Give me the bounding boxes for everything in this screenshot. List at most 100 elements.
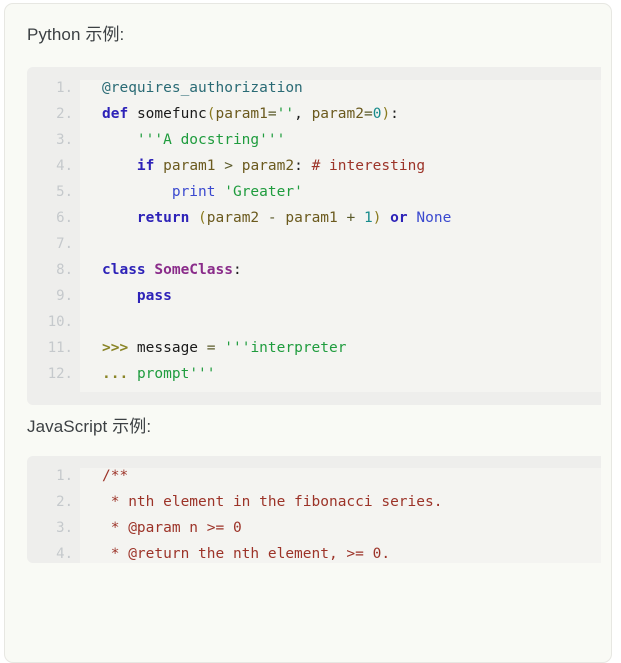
javascript-code-rows: 1. /** 2. * nth element in the fibonacci… <box>27 468 601 563</box>
token-builtin: None <box>416 210 452 226</box>
line-number: 11. <box>47 340 73 356</box>
code-line-content[interactable]: if param1 > param2: # interesting <box>80 158 601 174</box>
code-line-content[interactable]: '''A docstring''' <box>80 132 601 148</box>
code-line[interactable]: 10. <box>27 314 601 340</box>
code-line[interactable]: 8. class SomeClass: <box>27 262 601 288</box>
token-keyword: class <box>102 262 146 278</box>
code-sample-page: Python 示例: 1. @requires_authorization 2.… <box>4 3 612 663</box>
javascript-code-block[interactable]: 1. /** 2. * nth element in the fibonacci… <box>27 456 601 563</box>
code-line[interactable]: 5. print 'Greater' <box>27 184 601 210</box>
token-operator: = <box>267 106 277 122</box>
line-number: 6. <box>56 210 73 226</box>
token-paren: ( <box>198 210 207 226</box>
line-number: 12. <box>47 366 73 382</box>
code-line-content[interactable]: class SomeClass: <box>80 262 601 278</box>
code-line[interactable]: 3. '''A docstring''' <box>27 132 601 158</box>
token-string: prompt''' <box>136 366 216 382</box>
token-function-name: somefunc <box>136 106 207 122</box>
token-param: param1 <box>163 158 216 174</box>
code-line[interactable]: 4. * @return the nth element, >= 0. <box>27 546 601 563</box>
code-line[interactable]: 9. pass <box>27 288 601 314</box>
token-param: param1 <box>215 106 268 122</box>
token-param: param2 <box>311 106 364 122</box>
token-plain: : <box>390 106 399 122</box>
token-param: param2 <box>241 158 295 174</box>
code-line-content[interactable]: print 'Greater' <box>80 184 601 200</box>
python-section-title: Python 示例: <box>27 25 125 44</box>
code-line[interactable]: 2. * nth element in the fibonacci series… <box>27 494 601 520</box>
token-docstring: '''A docstring''' <box>136 132 286 148</box>
token-operator: + <box>346 210 356 226</box>
line-number: 9. <box>56 288 73 304</box>
python-code-rows: 1. @requires_authorization 2. def somefu… <box>27 80 601 392</box>
token-keyword: or <box>390 210 408 226</box>
token-plain: , <box>294 106 312 122</box>
code-line[interactable]: 7. <box>27 236 601 262</box>
token-plain: : <box>232 262 242 278</box>
line-number: 1. <box>56 80 73 96</box>
code-line[interactable]: 4. if param1 > param2: # interesting <box>27 158 601 184</box>
token-keyword: return <box>136 210 190 226</box>
code-line[interactable]: 11. >>> message = '''interpreter <box>27 340 601 366</box>
code-line-content[interactable]: pass <box>80 288 601 304</box>
token-decorator: @requires_authorization <box>102 80 303 96</box>
code-line[interactable]: 2. def somefunc(param1='', param2=0): <box>27 106 601 132</box>
token-comment: # interesting <box>311 158 426 174</box>
line-number: 1. <box>56 468 73 484</box>
token-operator: = <box>363 106 373 122</box>
code-line[interactable]: 12. ... prompt''' <box>27 366 601 392</box>
token-plain: : <box>294 158 312 174</box>
code-line-content[interactable]: /** <box>80 468 601 484</box>
token-keyword: pass <box>136 288 172 304</box>
token-number: 1 <box>363 210 373 226</box>
code-line-content[interactable]: def somefunc(param1='', param2=0): <box>80 106 601 122</box>
token-plain: message <box>128 340 207 356</box>
line-number: 3. <box>56 132 73 148</box>
token-paren: ( <box>206 106 216 122</box>
code-line-content[interactable]: * nth element in the fibonacci series. <box>80 494 601 510</box>
line-number: 4. <box>56 546 73 562</box>
token-param: param2 <box>206 210 260 226</box>
code-line[interactable]: 6. return (param2 - param1 + 1) or None <box>27 210 601 236</box>
line-number: 5. <box>56 184 73 200</box>
javascript-section-title: JavaScript 示例: <box>27 417 152 436</box>
token-keyword: if <box>136 158 155 174</box>
code-line-content[interactable]: * @return the nth element, >= 0. <box>80 546 601 562</box>
token-keyword: def <box>102 106 129 122</box>
code-line[interactable]: 1. /** <box>27 468 601 494</box>
code-line-content[interactable]: * @param n >= 0 <box>80 520 601 536</box>
code-line-content[interactable]: return (param2 - param1 + 1) or None <box>80 210 601 226</box>
code-line-content[interactable]: @requires_authorization <box>80 80 601 96</box>
token-operator: - <box>267 210 277 226</box>
token-param: param1 <box>285 210 338 226</box>
line-number: 7. <box>56 236 73 252</box>
python-code-block[interactable]: 1. @requires_authorization 2. def somefu… <box>27 67 601 405</box>
line-number: 8. <box>56 262 73 278</box>
token-class-name: SomeClass <box>154 262 233 278</box>
token-operator: = <box>206 340 216 356</box>
line-number: 4. <box>56 158 73 174</box>
token-string: '''interpreter <box>224 340 347 356</box>
token-string: 'Greater' <box>224 184 303 200</box>
line-number: 10. <box>47 314 73 330</box>
token-paren: ) <box>381 106 391 122</box>
code-line-content[interactable]: >>> message = '''interpreter <box>80 340 601 356</box>
token-prompt: ... <box>102 366 129 382</box>
code-line[interactable]: 3. * @param n >= 0 <box>27 520 601 546</box>
code-line[interactable]: 1. @requires_authorization <box>27 80 601 106</box>
code-line-content[interactable]: ... prompt''' <box>80 366 601 382</box>
